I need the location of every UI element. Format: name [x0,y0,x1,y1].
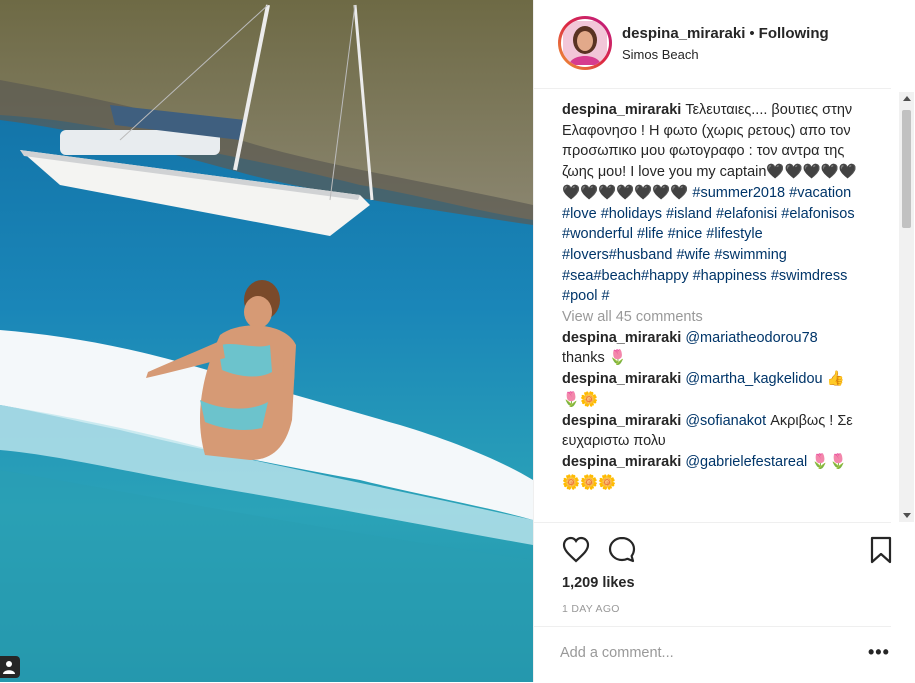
caption: despina_miraraki Τελευταιες.... βουτιες … [562,100,862,307]
comment-username[interactable]: despina_miraraki [562,454,681,470]
post-timestamp: 1 DAY AGO [562,603,620,615]
divider [534,522,891,523]
comment-item: despina_miraraki @mariatheodorou78 thank… [562,328,862,369]
post-photo[interactable] [0,0,533,682]
post-header: despina_miraraki • Following Simos Beach [534,0,891,89]
comment-input[interactable] [560,645,830,661]
comment-username[interactable]: despina_miraraki [562,330,681,346]
location-link[interactable]: Simos Beach [622,47,699,62]
avatar[interactable] [558,16,612,70]
save-button[interactable] [866,535,896,565]
comment-username[interactable]: despina_miraraki [562,371,681,387]
comment-mention[interactable]: @gabrielefestareal [685,454,807,470]
comment-mention[interactable]: @sofianakot [685,413,766,429]
scroll-up-arrow-icon[interactable] [903,96,911,101]
comment-button[interactable] [607,535,637,565]
view-all-comments-link[interactable]: View all 45 comments [562,307,862,328]
comment-item: despina_miraraki @sofianakot Ακριβως ! Σ… [562,411,862,452]
following-button[interactable]: Following [759,25,829,42]
header-separator: • [749,25,755,42]
like-button[interactable] [561,535,591,565]
header-username[interactable]: despina_miraraki [622,25,745,42]
caption-username[interactable]: despina_miraraki [562,102,681,118]
likes-count[interactable]: 1,209 likes [562,575,635,591]
caption-hashtags[interactable]: #summer2018 #vacation #love #holidays #i… [562,185,855,305]
comment-username[interactable]: despina_miraraki [562,413,681,429]
instagram-post: despina_miraraki • Following Simos Beach d… [0,0,915,682]
post-side-panel: despina_miraraki • Following Simos Beach d… [533,0,915,682]
beach-photo-image [0,0,533,682]
comment-mention[interactable]: @mariatheodorou78 [685,330,817,346]
scroll-down-arrow-icon[interactable] [903,513,911,518]
comment-text: thanks 🌷 [562,350,627,367]
user-tag-icon[interactable] [0,656,20,678]
add-comment-section: ••• [534,626,891,683]
speech-bubble-icon [608,536,636,563]
comments-list: despina_miraraki Τελευταιες.... βουτιες … [562,100,862,522]
heart-outline-icon [562,536,590,563]
header-user-line: despina_miraraki • Following [622,25,829,42]
action-bar [561,535,901,567]
comments-scrollbar[interactable] [899,92,914,522]
comment-mention[interactable]: @martha_kagkelidou [685,371,822,387]
comment-item: despina_miraraki @martha_kagkelidou 👍🌷🌼 [562,369,862,410]
comment-item: despina_miraraki @gabrielefestareal 🌷🌷🌼🌼… [562,452,862,493]
more-options-button[interactable]: ••• [868,643,890,661]
scrollbar-thumb[interactable] [902,110,911,228]
bookmark-icon [870,536,892,564]
